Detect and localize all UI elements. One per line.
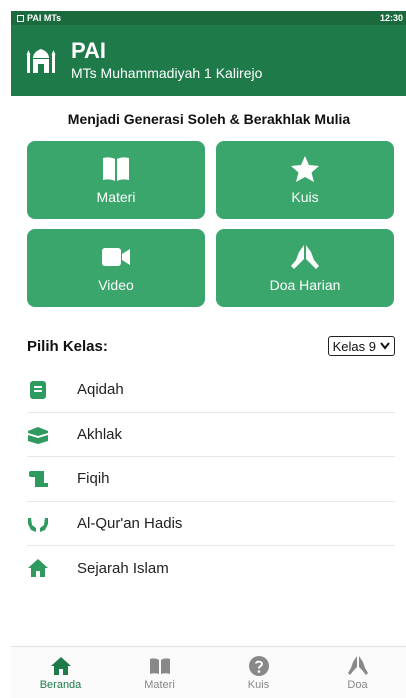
book-icon — [103, 157, 129, 181]
notification-icon — [17, 14, 24, 22]
header-text: PAI MTs Muhammadiyah 1 Kalirejo — [71, 37, 263, 82]
subject-label: Fiqih — [77, 470, 110, 488]
home-icon — [27, 557, 49, 579]
subject-label: Aqidah — [77, 381, 124, 399]
chevron-down-icon — [380, 342, 390, 350]
menu-tile-label: Materi — [96, 189, 136, 205]
hands-icon — [27, 512, 49, 534]
status-app-name: PAI MTs — [27, 13, 62, 23]
subject-item-alquran-hadis[interactable]: Al-Qur'an Hadis — [27, 502, 395, 546]
status-bar: PAI MTs 12:30 — [11, 11, 406, 25]
menu-tile-label: Video — [98, 277, 134, 293]
home-icon — [50, 656, 71, 675]
status-time: 12:30 — [379, 13, 403, 23]
star-icon — [291, 156, 319, 182]
subject-item-akhlak[interactable]: Akhlak — [27, 413, 395, 457]
app-header: PAI MTs Muhammadiyah 1 Kalirejo — [11, 25, 406, 96]
nav-label: Kuis — [247, 678, 270, 691]
nav-materi[interactable]: Materi — [110, 647, 209, 698]
subject-label: Sejarah Islam — [77, 559, 169, 577]
praying-hands-icon — [291, 245, 319, 269]
nav-kuis[interactable]: Kuis — [209, 647, 308, 698]
subject-item-fiqih[interactable]: Fiqih — [27, 457, 395, 502]
menu-tile-materi[interactable]: Materi — [27, 141, 205, 219]
kaaba-icon — [27, 423, 49, 445]
app-subtitle: MTs Muhammadiyah 1 Kalirejo — [71, 64, 263, 81]
kelas-title: Pilih Kelas: — [27, 337, 108, 355]
praying-hands-icon — [347, 655, 368, 675]
nav-label: Beranda — [39, 678, 82, 691]
nav-beranda[interactable]: Beranda — [11, 647, 110, 698]
subject-list: Aqidah Akhlak Fiqih Al-Qur'an Hadis Seja… — [27, 368, 395, 591]
menu-tile-kuis[interactable]: Kuis — [216, 141, 394, 219]
subject-label: Al-Qur'an Hadis — [77, 514, 183, 532]
kelas-selected-value: Kelas 9 — [332, 338, 376, 354]
app-title: PAI — [71, 37, 107, 63]
nav-label: Doa — [347, 678, 368, 691]
nav-label: Materi — [144, 678, 175, 691]
book-quran-icon — [27, 379, 49, 401]
menu-tile-label: Kuis — [291, 189, 319, 205]
bottom-nav: Beranda Materi Kuis Doa — [11, 646, 406, 698]
book-icon — [149, 657, 170, 674]
kelas-row: Pilih Kelas: Kelas 9 — [27, 336, 395, 356]
app-frame: PAI MTs 12:30 PAI MTs Muhammadiyah 1 Kal… — [11, 11, 406, 698]
subject-item-aqidah[interactable]: Aqidah — [27, 368, 395, 413]
question-circle-icon — [248, 655, 269, 676]
tagline: Menjadi Generasi Soleh & Berakhlak Mulia — [67, 111, 351, 127]
menu-tile-video[interactable]: Video — [27, 229, 205, 307]
subject-item-sejarah-islam[interactable]: Sejarah Islam — [27, 546, 395, 591]
menu-tile-label: Doa Harian — [269, 277, 341, 293]
kelas-select[interactable]: Kelas 9 — [327, 336, 395, 356]
nav-doa[interactable]: Doa — [308, 647, 406, 698]
menu-tile-doa-harian[interactable]: Doa Harian — [216, 229, 394, 307]
mosque-icon — [26, 48, 56, 73]
scroll-icon — [27, 468, 49, 490]
status-left: PAI MTs — [17, 13, 61, 23]
video-camera-icon — [102, 248, 130, 266]
subject-label: Akhlak — [77, 425, 123, 443]
